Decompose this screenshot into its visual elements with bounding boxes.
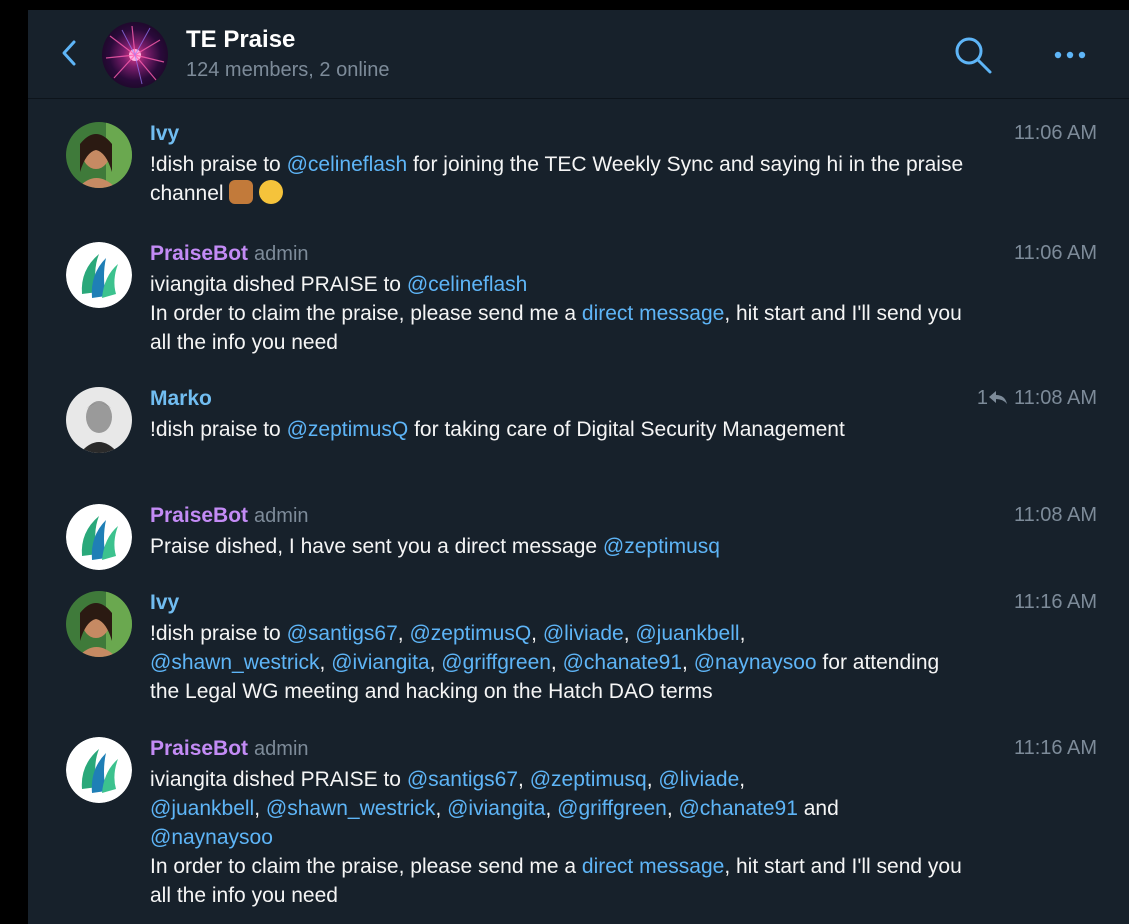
author-name[interactable]: PraiseBot admin bbox=[150, 504, 309, 528]
back-button[interactable] bbox=[58, 38, 82, 68]
chevron-left-icon bbox=[62, 40, 76, 66]
message-text: !dish praise to @zeptimusQ for taking ca… bbox=[150, 418, 845, 441]
mention-link[interactable]: @santigs67 bbox=[407, 768, 518, 791]
mention-link[interactable]: @chanate91 bbox=[678, 797, 797, 820]
reply-arrow-icon bbox=[988, 391, 1007, 404]
bot-avatar[interactable] bbox=[66, 737, 132, 803]
mention-link[interactable]: @shawn_westrick bbox=[266, 797, 436, 820]
text-segment: !dish praise to bbox=[150, 153, 287, 176]
message-text: !dish praise to @celineflash for joining… bbox=[150, 150, 970, 208]
more-options-button[interactable] bbox=[1050, 40, 1090, 70]
timestamp: 1 11:08 AM bbox=[976, 387, 1097, 410]
author-name[interactable]: Marko bbox=[150, 387, 212, 411]
mention-link[interactable]: @celineflash bbox=[407, 273, 528, 296]
raising-hands-icon bbox=[229, 180, 254, 204]
admin-badge: admin bbox=[254, 505, 309, 527]
group-avatar[interactable] bbox=[102, 22, 168, 88]
chat-window: TE Praise 124 members, 2 online Ivy 11:0… bbox=[28, 10, 1129, 924]
mention-link[interactable]: @zeptimusQ bbox=[409, 622, 531, 645]
avatar[interactable] bbox=[66, 591, 132, 657]
author-name[interactable]: PraiseBot admin bbox=[150, 242, 309, 266]
mention-link[interactable]: @chanate91 bbox=[563, 651, 682, 674]
grinning-face-icon bbox=[259, 180, 284, 204]
author-name[interactable]: Ivy bbox=[150, 122, 179, 146]
avatar[interactable] bbox=[66, 122, 132, 188]
mention-link[interactable]: @celineflash bbox=[287, 153, 408, 176]
admin-badge: admin bbox=[254, 738, 309, 760]
direct-message-link[interactable]: direct message bbox=[582, 302, 724, 325]
mention-link[interactable]: @griffgreen bbox=[441, 651, 551, 674]
chat-title: TE Praise bbox=[186, 26, 296, 53]
search-icon bbox=[955, 37, 992, 74]
message-text: !dish praise to @santigs67, @zeptimusQ, … bbox=[150, 622, 940, 703]
timestamp: 11:16 AM bbox=[1013, 591, 1097, 613]
chat-header: TE Praise 124 members, 2 online bbox=[28, 10, 1129, 99]
author-name[interactable]: Ivy bbox=[150, 591, 179, 615]
mention-link[interactable]: @iviangita bbox=[331, 651, 429, 674]
timestamp: 11:16 AM bbox=[1013, 737, 1097, 759]
mention-link[interactable]: @shawn_westrick bbox=[150, 651, 320, 674]
reply-count[interactable]: 1 bbox=[977, 387, 1008, 410]
admin-badge: admin bbox=[254, 243, 309, 265]
member-count: 124 members, 2 online bbox=[186, 59, 390, 81]
mention-link[interactable]: @juankbell bbox=[635, 622, 739, 645]
message-text: Praise dished, I have sent you a direct … bbox=[150, 535, 720, 558]
timestamp: 11:08 AM bbox=[1013, 504, 1097, 526]
mention-link[interactable]: @zeptimusQ bbox=[287, 418, 409, 441]
avatar[interactable] bbox=[66, 387, 132, 453]
mention-link[interactable]: @naynaysoo bbox=[150, 826, 273, 849]
mention-link[interactable]: @santigs67 bbox=[287, 622, 398, 645]
mention-link[interactable]: @liviade bbox=[658, 768, 739, 791]
mention-link[interactable]: @iviangita bbox=[447, 797, 545, 820]
search-button[interactable] bbox=[952, 34, 994, 76]
author-name[interactable]: PraiseBot admin bbox=[150, 737, 309, 761]
message-text: iviangita dished PRAISE to @celineflash … bbox=[150, 273, 962, 354]
mention-link[interactable]: @liviade bbox=[543, 622, 624, 645]
direct-message-link[interactable]: direct message bbox=[582, 855, 724, 878]
mention-link[interactable]: @zeptimusq bbox=[530, 768, 647, 791]
message-text: iviangita dished PRAISE to @santigs67, @… bbox=[150, 768, 962, 907]
bot-avatar[interactable] bbox=[66, 504, 132, 570]
mention-link[interactable]: @griffgreen bbox=[557, 797, 667, 820]
mention-link[interactable]: @juankbell bbox=[150, 797, 254, 820]
timestamp: 11:06 AM bbox=[1013, 242, 1097, 264]
bot-avatar[interactable] bbox=[66, 242, 132, 308]
mention-link[interactable]: @zeptimusq bbox=[603, 535, 720, 558]
timestamp: 11:06 AM bbox=[1013, 122, 1097, 144]
more-dots-icon bbox=[1054, 51, 1086, 59]
mention-link[interactable]: @naynaysoo bbox=[694, 651, 817, 674]
